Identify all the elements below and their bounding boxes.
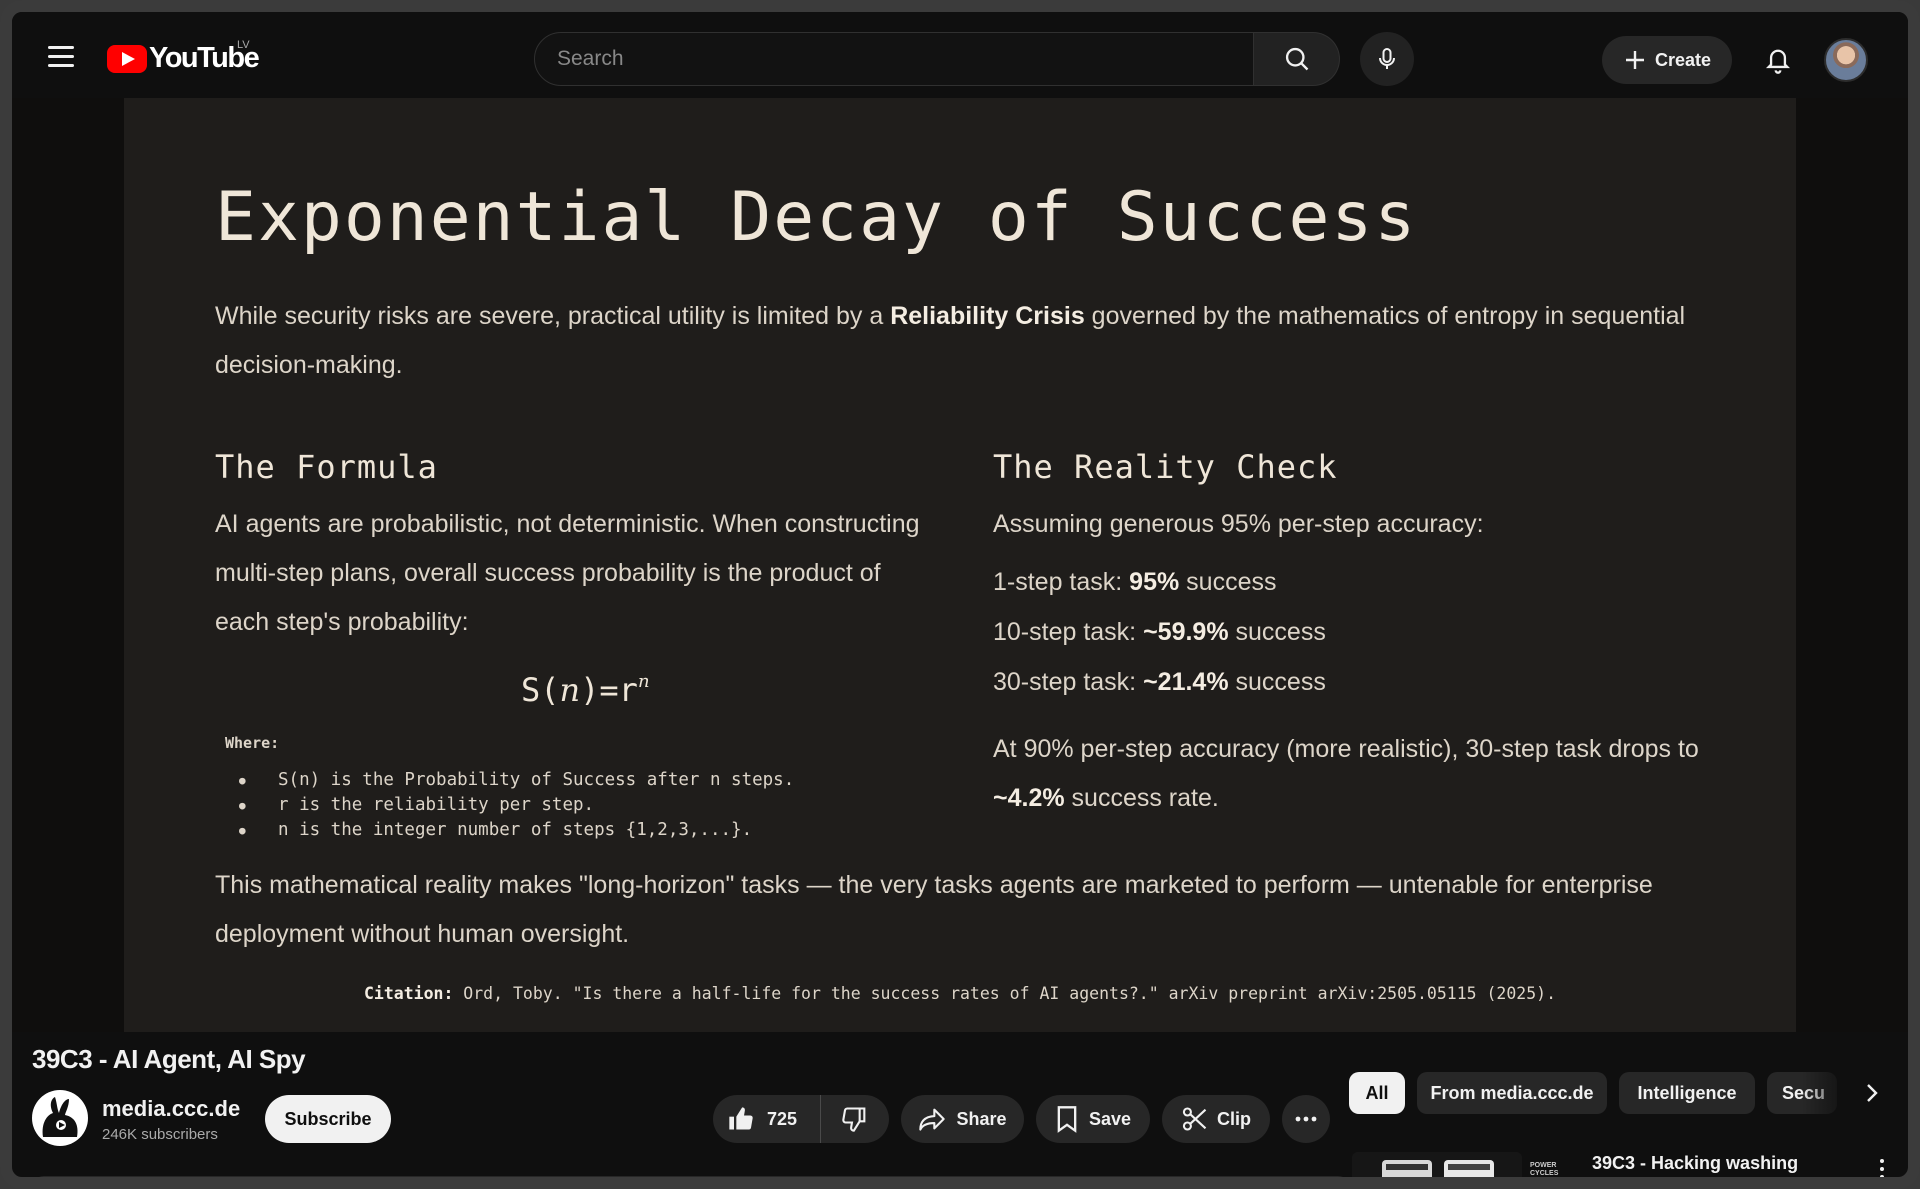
reality-intro: Assuming generous 95% per-step accuracy: [993,510,1484,538]
description-box[interactable] [32,1176,1350,1177]
account-avatar[interactable] [1824,38,1868,82]
recommendation-thumbnail[interactable] [1352,1152,1522,1177]
where-label: Where: [225,734,280,752]
definitions-list: S(n) is the Probability of Success after… [239,768,794,843]
save-button[interactable]: Save [1036,1095,1150,1143]
slide-conclusion: This mathematical reality makes "long-ho… [215,871,1653,948]
eq-lhs: S( [521,671,560,709]
youtube-logo[interactable]: YouTube [107,42,260,75]
note-text-end: success rate. [1064,784,1219,812]
slide-citation: Citation: Ord, Toby. "Is there a half-li… [124,984,1796,1003]
channel-name[interactable]: media.ccc.de [102,1096,240,1122]
subscribe-button[interactable]: Subscribe [265,1095,391,1143]
reality-note: At 90% per-step accuracy (more realistic… [993,725,1733,823]
video-player[interactable]: Exponential Decay of Success While secur… [12,98,1908,1032]
search-button[interactable] [1254,32,1340,86]
notifications-button[interactable] [1754,36,1802,84]
note-bold: ~4.2% [993,784,1065,812]
stat-suffix: success [1228,668,1326,696]
stat-value: ~59.9% [1143,618,1229,646]
clip-button[interactable]: Clip [1162,1095,1270,1143]
thumbs-down-icon [842,1107,866,1132]
more-actions-button[interactable] [1282,1095,1330,1143]
subscriber-count: 246K subscribers [102,1126,218,1143]
create-button[interactable]: Create [1602,36,1732,84]
stat-suffix: success [1228,618,1326,646]
slide-title: Exponential Decay of Success [215,178,1418,257]
stat-value: ~21.4% [1143,668,1229,696]
scissors-icon [1182,1107,1207,1131]
formula-heading: The Formula [215,448,438,486]
stat-value: 95% [1129,568,1180,596]
like-count: 725 [767,1108,798,1129]
dislike-button[interactable] [821,1095,889,1143]
formula-description: AI agents are probabilistic, not determi… [215,510,920,636]
share-button[interactable]: Share [901,1095,1024,1143]
stat-suffix: success [1179,568,1277,596]
thumbs-up-icon [729,1107,753,1130]
stat-label: 1-step task: [993,568,1130,596]
share-icon [919,1108,946,1131]
eq-var: n [559,671,581,709]
microphone-icon [1379,48,1395,69]
reality-heading: The Reality Check [993,448,1338,486]
search-box [534,32,1254,86]
like-dislike-group: 725 [713,1095,889,1143]
ccc-rabbit-logo-icon [42,1097,78,1137]
voice-search-button[interactable] [1360,32,1414,86]
plus-icon [1625,51,1644,69]
bell-icon [1765,49,1791,74]
hamburger-menu-icon[interactable] [42,36,82,76]
definition-item: S(n) is the Probability of Success after… [239,768,794,793]
stat-label: 10-step task: [993,618,1144,646]
recommendation-more-icon[interactable] [1872,1154,1892,1177]
stat-line: 30-step task: ~21.4% success [993,668,1326,697]
stat-label: 30-step task: [993,668,1144,696]
share-label: Share [956,1108,1007,1129]
chips-next-button[interactable] [1852,1072,1892,1114]
chip-intelligence[interactable]: Intelligence [1619,1072,1755,1114]
recommendation-channel-logo: POWER CYCLES [1530,1162,1559,1177]
eq-rhs: )=r [580,671,638,709]
washing-machine-thumbnail-icon [1352,1152,1522,1177]
citation-label: Citation: [363,984,454,1003]
youtube-play-icon [107,44,147,73]
country-code: LV [237,39,250,51]
intro-text: While security risks are severe, practic… [215,302,891,330]
video-title: 39C3 - AI Agent, AI Spy [32,1044,306,1074]
note-text: At 90% per-step accuracy (more realistic… [993,735,1699,763]
channel-avatar[interactable] [32,1090,88,1146]
more-horizontal-icon [1295,1116,1317,1122]
intro-bold: Reliability Crisis [890,302,1085,330]
presentation-slide: Exponential Decay of Success While secur… [124,98,1796,1032]
stat-line: 10-step task: ~59.9% success [993,618,1326,647]
chips-fade [1802,1072,1852,1114]
formula-equation: S(n)=rn [521,671,650,709]
create-label: Create [1654,49,1712,70]
bookmark-icon [1057,1106,1077,1133]
search-input[interactable] [535,33,1253,85]
chevron-right-icon [1867,1084,1878,1102]
citation-text: Ord, Toby. "Is there a half-life for the… [453,984,1557,1003]
clip-label: Clip [1217,1108,1251,1129]
chip-from-channel[interactable]: From media.ccc.de [1417,1072,1607,1114]
stat-line: 1-step task: 95% success [993,568,1276,597]
definition-item: r is the reliability per step. [239,793,794,818]
recommendation-title[interactable]: 39C3 - Hacking washing machines [1592,1152,1842,1177]
slide-intro: While security risks are severe, practic… [215,292,1735,390]
chip-all[interactable]: All [1349,1072,1405,1114]
search-icon [1285,47,1308,71]
browser-frame: YouTube LV Create Exponential Decay of S… [0,0,1920,1189]
definition-item: n is the integer number of steps {1,2,3,… [239,818,794,843]
save-label: Save [1088,1108,1132,1129]
eq-exponent: n [637,671,650,693]
masthead: YouTube LV Create [12,12,1908,98]
like-button[interactable]: 725 [713,1095,821,1143]
